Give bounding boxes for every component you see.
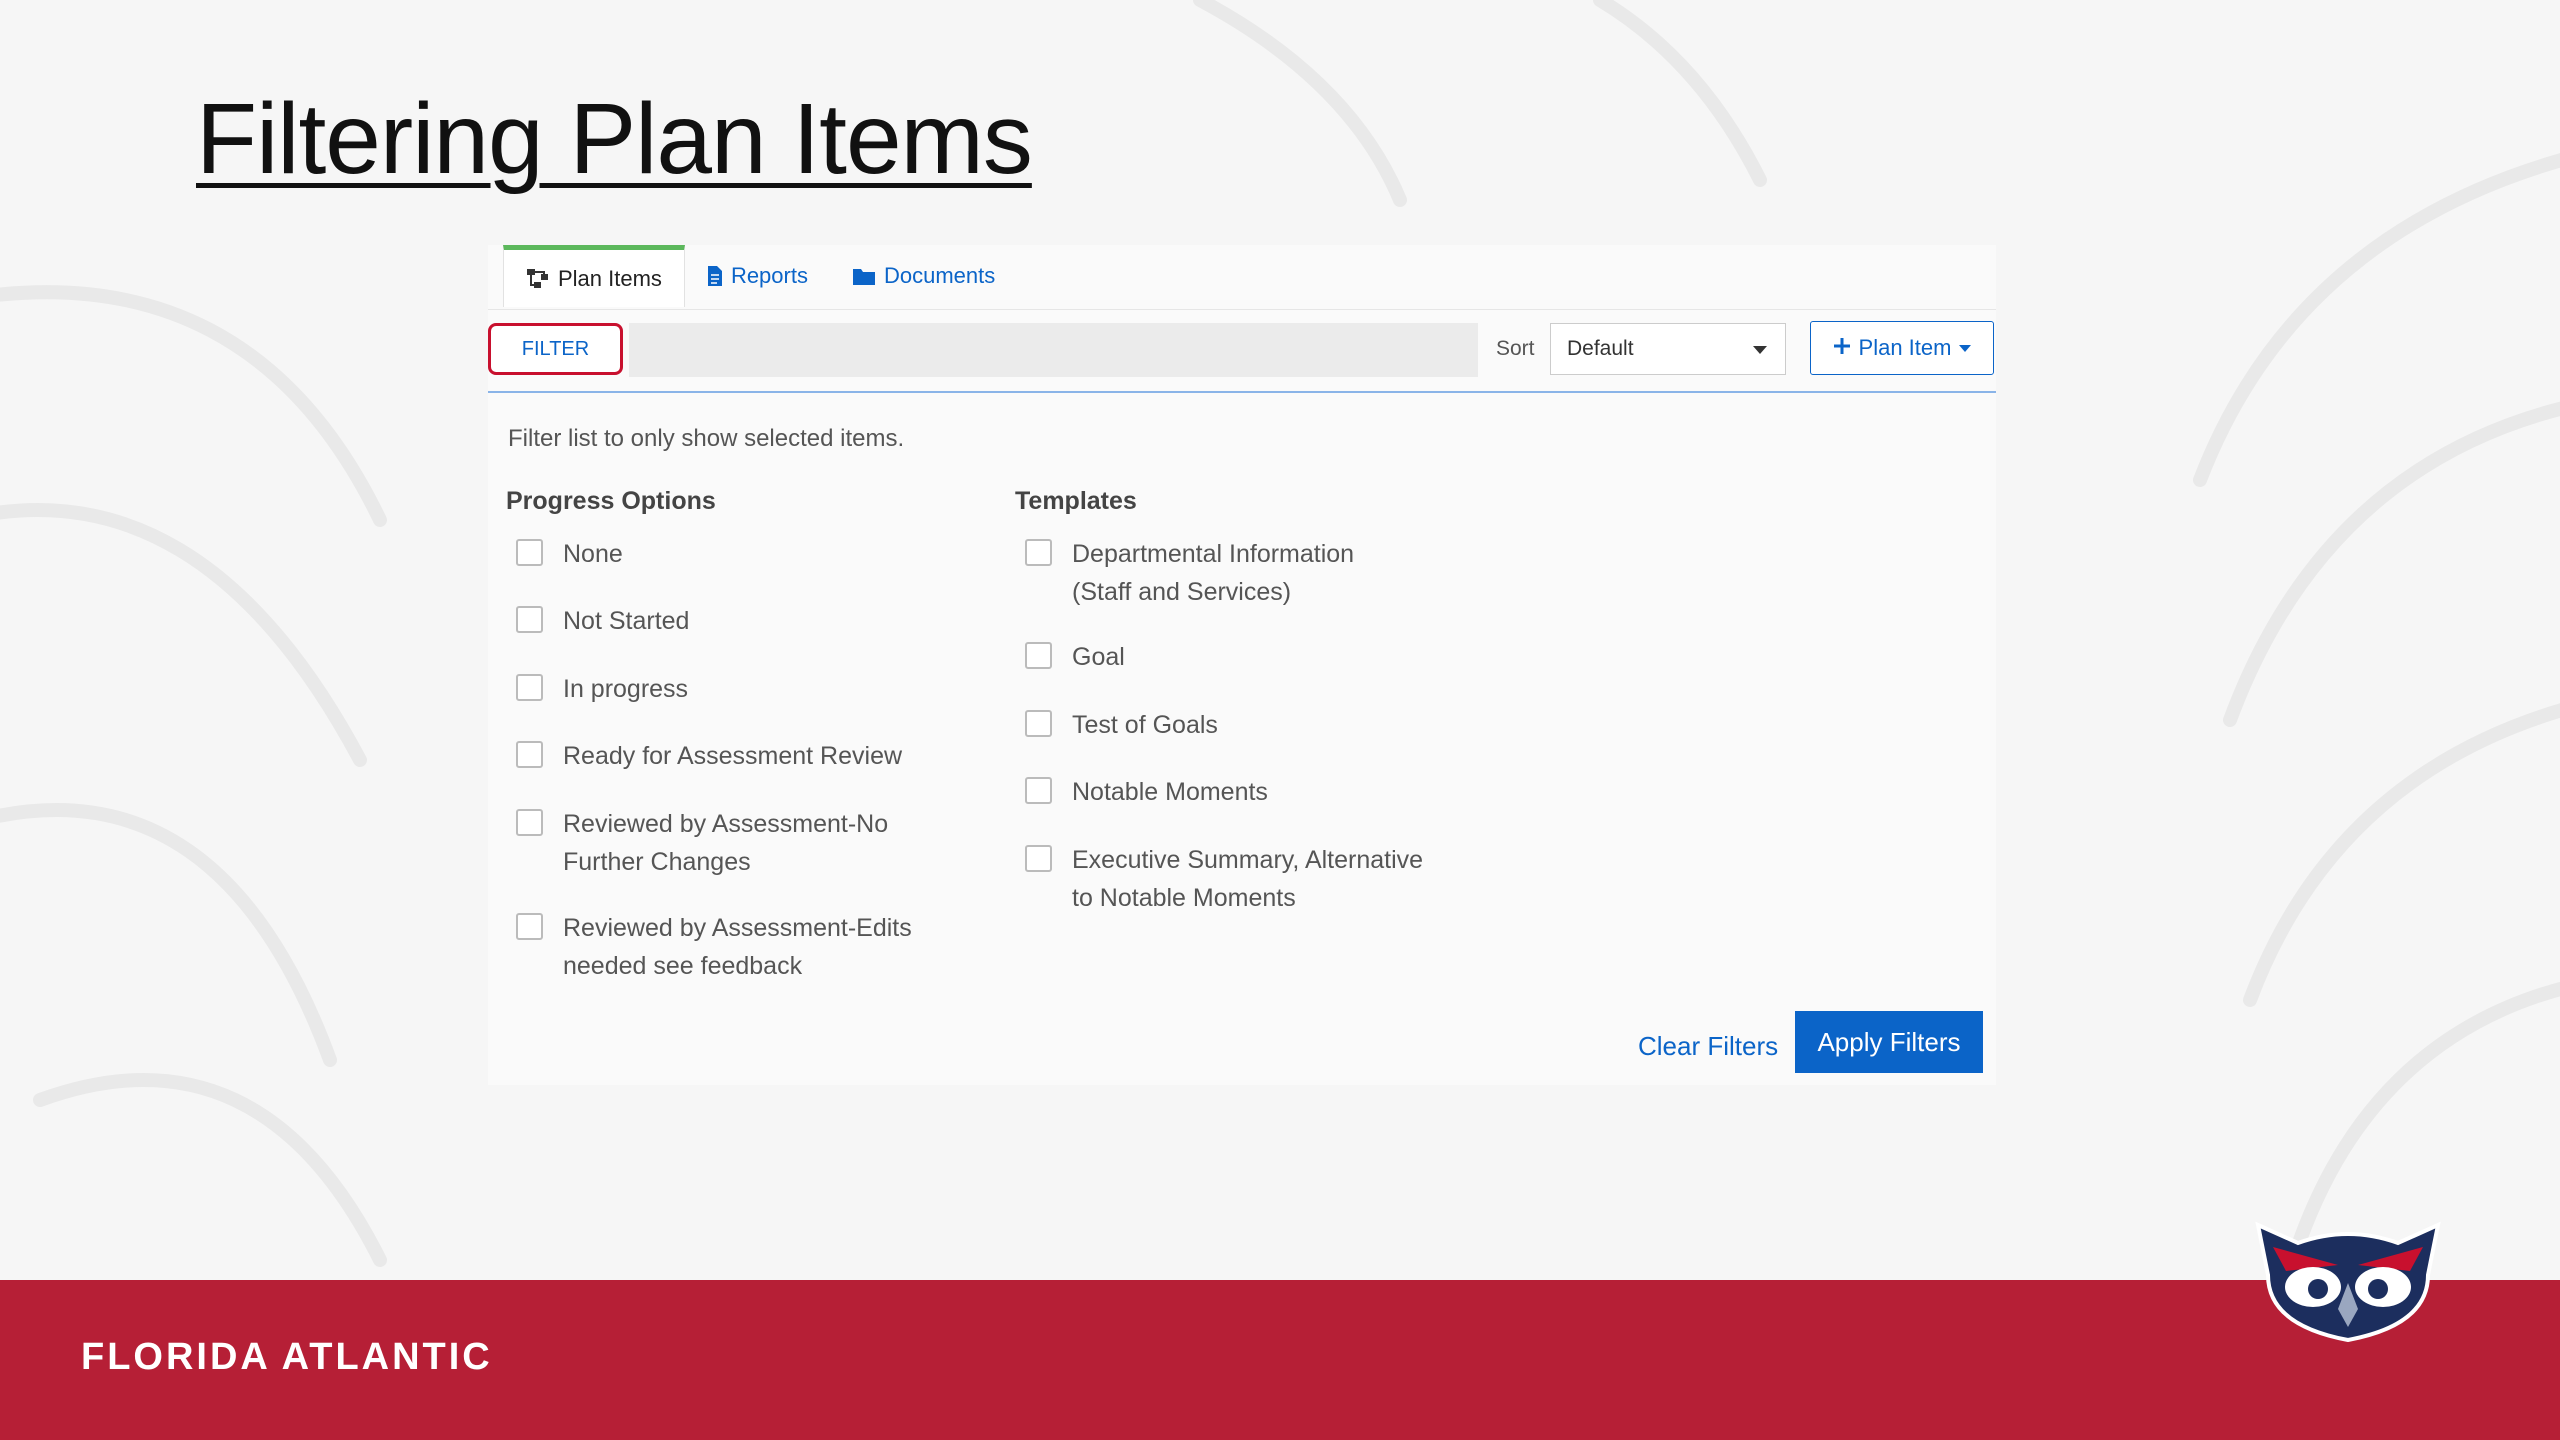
tab-reports-label: Reports <box>730 263 808 288</box>
checkbox-label: Executive Summary, Alternative to Notabl… <box>1072 846 1424 912</box>
document-icon <box>707 265 723 287</box>
templates-heading: Templates <box>1015 487 1137 515</box>
checkbox-row-progress-reviewed-edits[interactable]: Reviewed by Assessment-Edits needed see … <box>516 909 912 985</box>
checkbox-row-progress-none[interactable]: None <box>516 535 623 573</box>
checkbox-row-progress-ready-review[interactable]: Ready for Assessment Review <box>516 737 902 775</box>
add-plan-item-label: Plan Item <box>1858 335 1952 360</box>
checkbox[interactable] <box>516 913 543 940</box>
folder-icon <box>852 267 876 286</box>
checkbox[interactable] <box>516 539 543 566</box>
checkbox-row-template-departmental[interactable]: Departmental Information (Staff and Serv… <box>1025 535 1354 611</box>
footer-brand: FLORIDA ATLANTIC <box>81 1336 493 1378</box>
slide-title: Filtering Plan Items <box>196 83 1033 195</box>
checkbox[interactable] <box>1025 642 1052 669</box>
checkbox[interactable] <box>1025 845 1052 872</box>
tab-plan-items-label: Plan Items <box>558 265 662 291</box>
toolbar-divider <box>488 309 1996 310</box>
checkbox-row-progress-not-started[interactable]: Not Started <box>516 602 689 640</box>
checkbox-label: Reviewed by Assessment-Edits needed see … <box>563 914 912 980</box>
checkbox-row-template-goal[interactable]: Goal <box>1025 638 1125 676</box>
checkbox-label: Goal <box>1072 643 1125 671</box>
checkbox[interactable] <box>1025 710 1052 737</box>
plan-items-panel: Plan Items Reports Documents FILTER Sort… <box>488 245 1996 1085</box>
tab-documents[interactable]: Documents <box>830 245 1017 307</box>
sort-selected-value: Default <box>1567 337 1634 360</box>
clear-filters-link[interactable]: Clear Filters <box>1638 1031 1778 1062</box>
owl-logo-icon <box>2255 1221 2441 1343</box>
progress-options-heading: Progress Options <box>506 487 716 515</box>
checkbox-label: In progress <box>563 675 689 703</box>
chevron-down-icon <box>1753 346 1767 354</box>
plus-icon <box>1833 335 1851 361</box>
filter-input[interactable] <box>629 323 1478 377</box>
checkbox-row-progress-in-progress[interactable]: In progress <box>516 670 688 708</box>
checkbox[interactable] <box>1025 777 1052 804</box>
sort-select[interactable]: Default <box>1550 323 1786 375</box>
apply-filters-button[interactable]: Apply Filters <box>1795 1011 1983 1073</box>
tab-bar: Plan Items Reports Documents <box>503 245 1017 307</box>
checkbox[interactable] <box>516 674 543 701</box>
filter-divider <box>488 391 1996 393</box>
filter-button[interactable]: FILTER <box>488 323 623 375</box>
checkbox-label: Ready for Assessment Review <box>563 742 903 770</box>
add-plan-item-button[interactable]: Plan Item <box>1810 321 1994 375</box>
checkbox-label: Reviewed by Assessment-No Further Change… <box>563 810 889 876</box>
checkbox-label: None <box>563 540 623 568</box>
checkbox-row-progress-reviewed-no-changes[interactable]: Reviewed by Assessment-No Further Change… <box>516 805 888 881</box>
checkbox-label: Departmental Information (Staff and Serv… <box>1072 540 1355 606</box>
checkbox-label: Not Started <box>563 607 690 635</box>
sort-label: Sort <box>1496 337 1535 360</box>
checkbox-row-template-test-of-goals[interactable]: Test of Goals <box>1025 706 1218 744</box>
tab-plan-items[interactable]: Plan Items <box>503 245 685 307</box>
checkbox-row-template-notable-moments[interactable]: Notable Moments <box>1025 773 1268 811</box>
hierarchy-icon <box>526 268 550 290</box>
checkbox-label: Test of Goals <box>1072 711 1218 739</box>
footer-bar: FLORIDA ATLANTIC <box>0 1280 2560 1440</box>
filter-hint: Filter list to only show selected items. <box>508 425 905 452</box>
tab-reports[interactable]: Reports <box>685 245 830 307</box>
tab-documents-label: Documents <box>883 263 996 288</box>
checkbox-label: Notable Moments <box>1072 778 1268 806</box>
checkbox[interactable] <box>516 809 543 836</box>
checkbox[interactable] <box>516 741 543 768</box>
checkbox-row-template-executive-summary[interactable]: Executive Summary, Alternative to Notabl… <box>1025 841 1423 917</box>
checkbox[interactable] <box>516 606 543 633</box>
checkbox[interactable] <box>1025 539 1052 566</box>
chevron-down-icon <box>1959 344 1972 352</box>
